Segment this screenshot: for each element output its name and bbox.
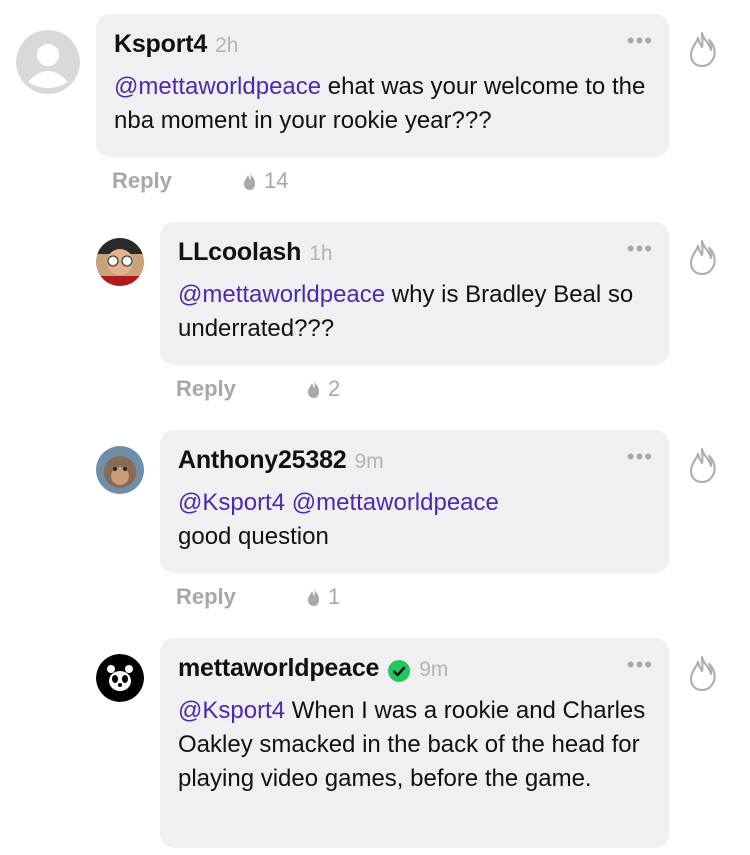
more-options-icon[interactable]: ••• — [627, 30, 653, 52]
username[interactable]: Anthony25382 — [178, 446, 347, 475]
comment-actions: Reply 2 — [176, 376, 340, 402]
reply-button[interactable]: Reply — [176, 584, 306, 610]
timestamp: 9m — [354, 450, 384, 473]
mention-link[interactable]: @Ksport4 — [178, 489, 285, 516]
mention-link[interactable]: @mettaworldpeace — [178, 281, 385, 308]
like-count[interactable]: 14 — [242, 168, 288, 194]
username[interactable]: LLcoolash — [178, 238, 301, 267]
comment-bubble: Ksport4 2h ••• @mettaworldpeace ehat was… — [96, 14, 669, 157]
verified-badge-icon — [388, 660, 411, 682]
like-count[interactable]: 1 — [306, 584, 340, 610]
fire-icon — [244, 172, 255, 190]
timestamp: 2h — [215, 34, 239, 57]
fire-icon — [308, 380, 319, 398]
comment-text: @Ksport4 When I was a rookie and Charles… — [178, 697, 646, 792]
username[interactable]: Ksport4 — [114, 30, 207, 59]
comment-bubble: LLcoolash 1h ••• @mettaworldpeace why is… — [160, 222, 669, 365]
comment-text: @mettaworldpeace ehat was your welcome t… — [114, 73, 646, 134]
fire-react-icon[interactable] — [686, 238, 718, 276]
more-options-icon[interactable]: ••• — [627, 238, 653, 260]
fire-react-icon[interactable] — [686, 654, 718, 692]
more-options-icon[interactable]: ••• — [627, 654, 653, 676]
avatar-anthony25382[interactable] — [96, 446, 144, 494]
mention-link[interactable]: @mettaworldpeace — [114, 73, 321, 100]
reply-button[interactable]: Reply — [112, 168, 242, 194]
avatar-llcoolash[interactable] — [96, 238, 144, 286]
like-count[interactable]: 2 — [306, 376, 340, 402]
reply-button[interactable]: Reply — [176, 376, 306, 402]
comment-bubble: Anthony25382 9m ••• @Ksport4 @mettaworld… — [160, 430, 669, 573]
fire-icon — [308, 588, 319, 606]
avatar-default-icon[interactable] — [16, 30, 80, 94]
comment-text: @mettaworldpeace why is Bradley Beal so … — [178, 281, 634, 342]
mention-link[interactable]: @mettaworldpeace — [292, 489, 499, 516]
comment-bubble: mettaworldpeace 9m ••• @Ksport4 When I w… — [160, 638, 669, 848]
comment-actions: Reply 14 — [112, 168, 288, 194]
mention-link[interactable]: @Ksport4 — [178, 697, 285, 724]
comment-text: @Ksport4 @mettaworldpeace good question — [178, 489, 499, 550]
fire-react-icon[interactable] — [686, 30, 718, 68]
username[interactable]: mettaworldpeace — [178, 654, 379, 683]
timestamp: 1h — [309, 242, 333, 265]
avatar-panda-logo[interactable] — [96, 654, 144, 702]
fire-react-icon[interactable] — [686, 446, 718, 484]
more-options-icon[interactable]: ••• — [627, 446, 653, 468]
timestamp: 9m — [419, 658, 449, 681]
comment-actions: Reply 1 — [176, 584, 340, 610]
